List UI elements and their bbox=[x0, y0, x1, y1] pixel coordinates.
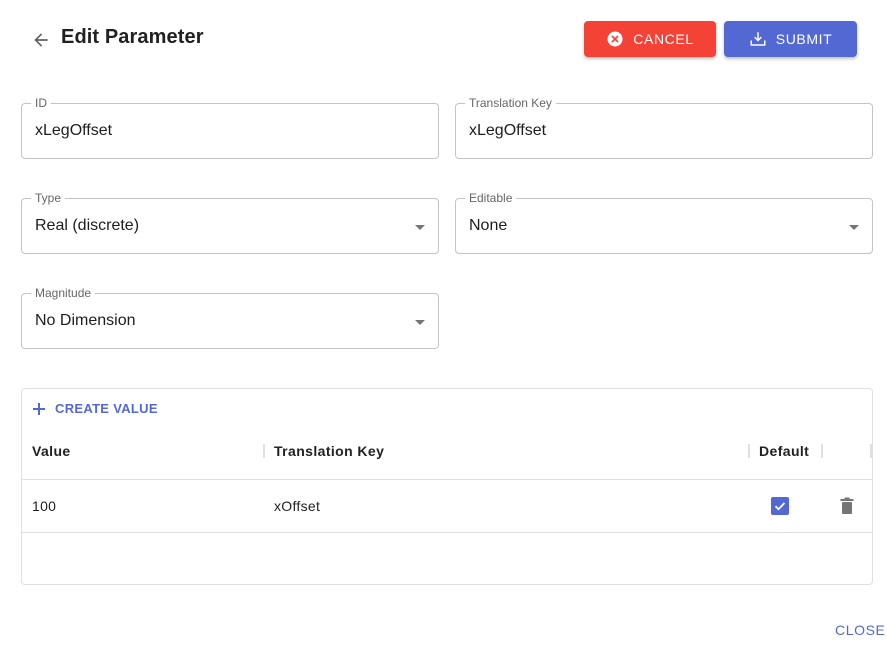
cell-value: 100 bbox=[32, 498, 57, 514]
type-label: Type bbox=[31, 191, 66, 205]
submit-label: SUBMIT bbox=[775, 31, 833, 47]
type-select[interactable]: Type Real (discrete) bbox=[21, 191, 439, 254]
create-value-button[interactable]: CREATE VALUE bbox=[32, 401, 158, 416]
cell-translation-key: xOffset bbox=[274, 498, 321, 514]
column-separator[interactable] bbox=[263, 444, 265, 458]
close-button[interactable]: CLOSE bbox=[835, 622, 885, 638]
check-icon bbox=[774, 502, 786, 511]
type-value: Real (discrete) bbox=[35, 217, 140, 234]
id-label: ID bbox=[31, 96, 51, 110]
row-divider bbox=[22, 532, 872, 533]
values-table: CREATE VALUE Value Translation Key Defau… bbox=[21, 388, 873, 585]
magnitude-value: No Dimension bbox=[35, 312, 136, 329]
header-divider bbox=[22, 479, 872, 480]
chevron-down-icon bbox=[849, 225, 859, 230]
chevron-down-icon bbox=[415, 320, 425, 325]
cancel-label: CANCEL bbox=[633, 31, 694, 47]
chevron-down-icon bbox=[415, 225, 425, 230]
plus-icon bbox=[33, 402, 45, 415]
download-icon bbox=[749, 30, 767, 48]
id-value: xLegOffset bbox=[35, 122, 113, 139]
column-header-default[interactable]: Default bbox=[759, 443, 809, 459]
create-value-label: CREATE VALUE bbox=[55, 401, 158, 416]
back-button[interactable] bbox=[28, 27, 54, 53]
column-header-translation-key[interactable]: Translation Key bbox=[274, 443, 384, 459]
magnitude-label: Magnitude bbox=[31, 286, 96, 300]
id-field[interactable]: ID xLegOffset bbox=[21, 96, 439, 159]
editable-label: Editable bbox=[465, 191, 517, 205]
translation-key-label: Translation Key bbox=[465, 96, 556, 110]
trash-icon bbox=[840, 497, 854, 514]
default-checkbox[interactable] bbox=[771, 497, 789, 515]
column-separator[interactable] bbox=[870, 444, 872, 458]
dialog-header: Edit Parameter CANCEL SUBMIT bbox=[0, 0, 887, 80]
translation-key-field[interactable]: Translation Key xLegOffset bbox=[455, 96, 873, 159]
column-separator[interactable] bbox=[748, 444, 750, 458]
cancel-circle-icon bbox=[606, 30, 624, 48]
page-title: Edit Parameter bbox=[61, 26, 204, 48]
column-separator[interactable] bbox=[821, 444, 823, 458]
column-header-value[interactable]: Value bbox=[32, 443, 71, 459]
delete-button[interactable] bbox=[839, 497, 855, 520]
arrow-left-icon bbox=[34, 33, 48, 47]
magnitude-select[interactable]: Magnitude No Dimension bbox=[21, 286, 439, 349]
translation-key-value: xLegOffset bbox=[469, 122, 547, 139]
editable-value: None bbox=[469, 217, 508, 234]
cancel-button[interactable]: CANCEL bbox=[584, 21, 716, 57]
editable-select[interactable]: Editable None bbox=[455, 191, 873, 254]
submit-button[interactable]: SUBMIT bbox=[724, 21, 857, 57]
